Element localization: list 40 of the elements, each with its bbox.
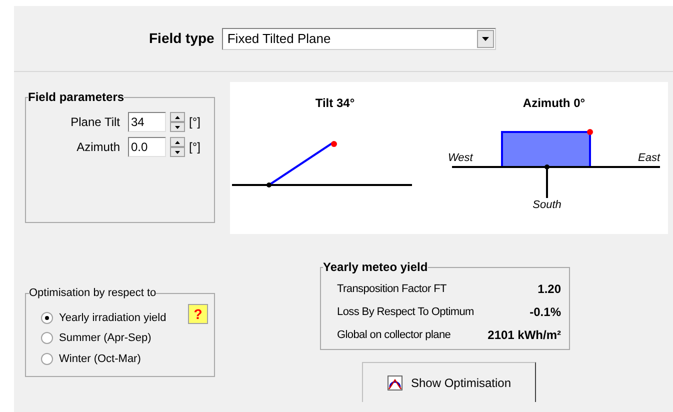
- up-arrow-icon: [175, 140, 180, 144]
- help-button[interactable]: ?: [188, 304, 208, 324]
- radio-option[interactable]: Summer (Apr-Sep): [41, 330, 152, 346]
- yield-value: -0.1%: [530, 304, 561, 321]
- radio-option[interactable]: Winter (Oct-Mar): [41, 350, 141, 367]
- spin-down-button[interactable]: [170, 147, 185, 157]
- spin-down-button[interactable]: [170, 122, 185, 132]
- group-title: Field parameters: [28, 89, 124, 106]
- field-label: Plane Tilt: [70, 114, 120, 131]
- yield-value: 2101 kWh/m²: [488, 327, 561, 344]
- tilt-title: Tilt 34°: [315, 95, 355, 112]
- spin-up-button[interactable]: [170, 137, 185, 147]
- dropdown-arrow-icon: [482, 36, 490, 40]
- yield-label: Global on collector plane: [337, 328, 451, 343]
- group-title: Yearly meteo yield: [323, 259, 428, 276]
- yield-label: Transposition Factor FT: [337, 282, 446, 297]
- down-arrow-icon: [175, 126, 180, 128]
- radio-button[interactable]: [41, 332, 53, 344]
- spin-up-button[interactable]: [170, 112, 185, 122]
- yield-value: 1.20: [538, 281, 561, 298]
- spin-field[interactable]: 34: [128, 112, 166, 132]
- yield-label: Loss By Respect To Optimum: [337, 304, 474, 320]
- east-label: East: [638, 153, 660, 164]
- west-label: West: [448, 153, 473, 164]
- field-type-dropdown[interactable]: Fixed Tilted Plane: [222, 28, 496, 50]
- radio-option[interactable]: Yearly irradiation yield: [41, 310, 166, 326]
- field-type-label: Field type: [149, 29, 214, 48]
- radio-button[interactable]: [41, 352, 53, 365]
- unit-label: [°]: [189, 114, 200, 131]
- spin-field[interactable]: 0.0: [128, 137, 166, 157]
- azimuth-title: Azimuth 0°: [522, 95, 586, 112]
- chart-icon: [386, 374, 403, 390]
- unit-label: [°]: [189, 139, 200, 156]
- field-label: Azimuth: [76, 139, 120, 156]
- up-arrow-icon: [175, 116, 180, 118]
- south-label: South: [532, 198, 562, 213]
- group-title: Optimisation by respect to: [29, 286, 156, 301]
- down-arrow-icon: [175, 150, 180, 154]
- radio-button[interactable]: [41, 312, 53, 324]
- show-optimisation-button[interactable]: Show Optimisation: [362, 362, 536, 402]
